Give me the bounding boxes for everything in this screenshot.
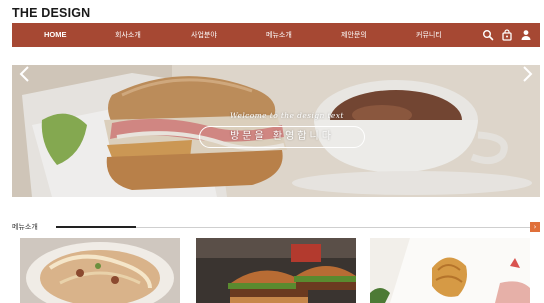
hero-title: 방문을 환영합니다 <box>199 126 365 148</box>
menu-section-header: 메뉴소개 › <box>12 222 540 234</box>
section-next-button[interactable]: › <box>530 222 540 232</box>
section-progress-bar <box>56 226 136 228</box>
prev-slide-arrow-icon[interactable] <box>18 65 32 83</box>
pasta-dish-image <box>20 238 180 303</box>
nav-inquiry[interactable]: 제안문의 <box>341 23 367 47</box>
site-logo[interactable]: THE DESIGN <box>12 6 90 20</box>
nav-menu[interactable]: 메뉴소개 <box>266 23 292 47</box>
croissant-image <box>370 238 530 303</box>
nav-company[interactable]: 회사소개 <box>115 23 141 47</box>
menu-card-pasta[interactable] <box>20 238 180 303</box>
hero-script-text: Welcome to the design text <box>230 111 344 120</box>
nav-home[interactable]: HOME <box>44 23 67 47</box>
search-icon[interactable] <box>482 29 494 41</box>
next-slide-arrow-icon[interactable] <box>520 65 534 83</box>
nav-community[interactable]: 커뮤니티 <box>416 23 442 47</box>
menu-card-croissant[interactable] <box>370 238 530 303</box>
burger-image <box>196 238 356 303</box>
nav-business[interactable]: 사업분야 <box>191 23 217 47</box>
section-title: 메뉴소개 <box>12 223 38 231</box>
menu-card-burger[interactable] <box>196 238 356 303</box>
hero-banner: Welcome to the design text 방문을 환영합니다 <box>12 65 540 197</box>
main-nav: HOME 회사소개 사업분야 메뉴소개 제안문의 커뮤니티 <box>12 23 540 47</box>
bag-icon[interactable] <box>501 29 513 41</box>
user-icon[interactable] <box>520 29 532 41</box>
